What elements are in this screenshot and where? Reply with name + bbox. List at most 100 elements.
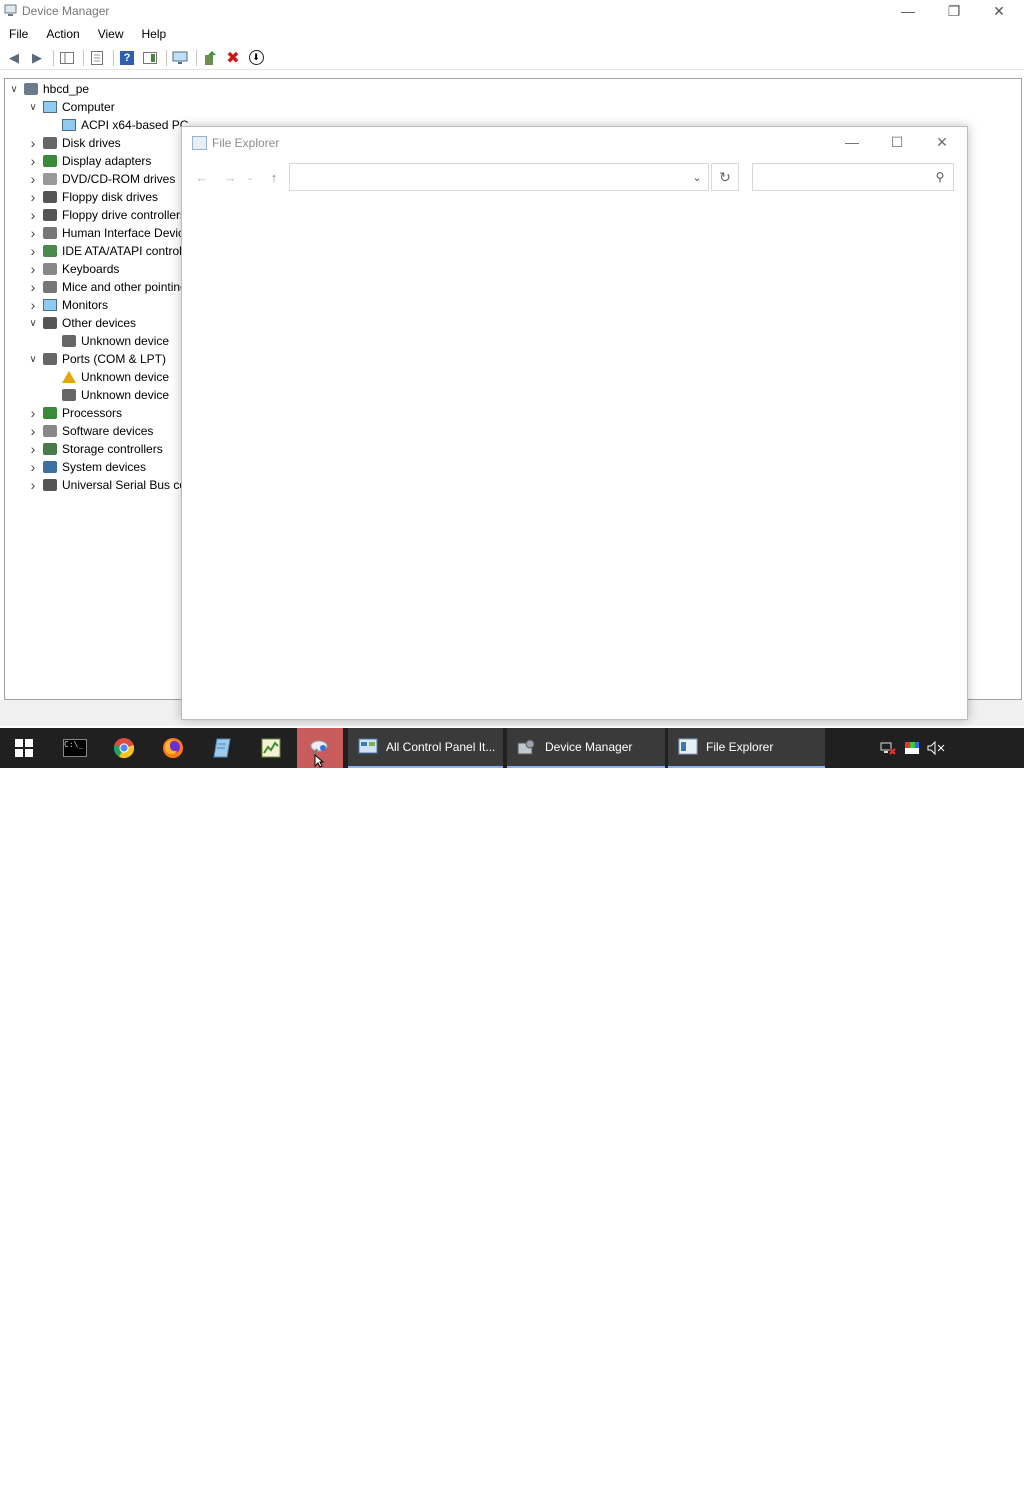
system-device-icon <box>43 461 57 473</box>
tree-node[interactable]: › Human Interface Devices <box>27 224 197 242</box>
computer-monitor-button[interactable] <box>170 48 190 68</box>
chevron-down-icon: ⌄ <box>692 171 702 184</box>
taskbar-window-control-panel[interactable]: All Control Panel It... <box>348 728 503 768</box>
chevron-right-icon[interactable]: › <box>27 243 39 259</box>
action-pane-button[interactable] <box>140 48 160 68</box>
chevron-right-icon[interactable]: › <box>27 279 39 295</box>
forward-button[interactable]: ▶ <box>27 48 47 68</box>
search-input[interactable] <box>752 163 954 191</box>
minimize-button[interactable]: — <box>885 0 931 22</box>
tree-node[interactable]: › Processors <box>27 404 122 422</box>
tree-node[interactable]: › IDE ATA/ATAPI controllers <box>27 242 202 260</box>
tree-node[interactable]: › System devices <box>27 458 146 476</box>
tree-node[interactable]: › DVD/CD-ROM drives <box>27 170 176 188</box>
tray-volume-button[interactable] <box>927 728 945 768</box>
tree-node[interactable]: › Software devices <box>27 422 154 440</box>
taskbar-window-label: File Explorer <box>706 740 774 754</box>
taskbar-command-prompt[interactable]: C:\_ <box>52 728 98 768</box>
help-button[interactable]: ? <box>117 48 137 68</box>
tree-node[interactable]: › Floppy disk drives <box>27 188 158 206</box>
chevron-right-icon[interactable]: › <box>27 423 39 439</box>
update-driver-button[interactable] <box>200 48 220 68</box>
fe-maximize-button[interactable]: ☐ <box>875 129 919 155</box>
taskbar-notes-app[interactable] <box>199 728 245 768</box>
tree-node-label: Keyboards <box>62 262 120 276</box>
tree-node[interactable]: › Disk drives <box>27 134 121 152</box>
tray-network-button[interactable] <box>879 728 897 768</box>
chevron-right-icon[interactable]: › <box>27 153 39 169</box>
chevron-down-icon[interactable]: ∨ <box>8 84 20 95</box>
port-device-icon <box>62 389 76 401</box>
menu-file[interactable]: File <box>0 24 37 44</box>
windows-logo-icon <box>15 739 33 757</box>
tree-node[interactable]: › Floppy drive controllers <box>27 206 186 224</box>
address-bar[interactable] <box>289 163 709 191</box>
tree-node[interactable]: › Storage controllers <box>27 440 163 458</box>
refresh-button[interactable]: ↻ <box>711 163 739 191</box>
taskbar-task-manager[interactable] <box>248 728 294 768</box>
tree-node[interactable]: Unknown device <box>46 386 169 404</box>
menu-view[interactable]: View <box>89 24 133 44</box>
chevron-down-icon[interactable]: ∨ <box>27 318 39 329</box>
device-manager-titlebar[interactable] <box>0 0 1024 22</box>
tree-node[interactable]: ∨ hbcd_pe <box>8 80 89 98</box>
chevron-right-icon[interactable]: › <box>27 225 39 241</box>
restore-button[interactable]: ❐ <box>931 0 977 22</box>
chevron-right-icon[interactable]: › <box>27 405 39 421</box>
chevron-right-icon[interactable]: › <box>27 171 39 187</box>
close-button[interactable]: ✕ <box>976 0 1022 22</box>
tree-node[interactable]: Unknown device <box>46 368 169 386</box>
taskbar-chrome[interactable] <box>101 728 147 768</box>
fe-minimize-button[interactable]: — <box>830 129 874 155</box>
taskbar-window-file-explorer[interactable]: File Explorer <box>668 728 825 768</box>
chevron-down-icon[interactable]: ∨ <box>27 102 39 113</box>
tree-node[interactable]: › Keyboards <box>27 260 120 278</box>
usb-icon <box>43 479 57 491</box>
start-button[interactable] <box>0 728 48 768</box>
chevron-right-icon[interactable]: › <box>27 207 39 223</box>
tree-node-label: Display adapters <box>62 154 152 168</box>
menu-help[interactable]: Help <box>133 24 176 44</box>
chevron-right-icon[interactable]: › <box>27 477 39 493</box>
chevron-right-icon[interactable]: › <box>27 135 39 151</box>
processor-icon <box>43 407 57 419</box>
chevron-right-icon[interactable]: › <box>27 459 39 475</box>
tree-node[interactable]: ∨ Ports (COM & LPT) <box>27 350 166 368</box>
tree-node[interactable]: ACPI x64-based PC <box>46 116 188 134</box>
toolbar-separator <box>83 49 84 66</box>
fe-back-button[interactable]: ← <box>192 167 212 187</box>
taskbar-window-device-manager[interactable]: Device Manager <box>507 728 665 768</box>
address-dropdown-button[interactable]: ⌄ <box>685 163 709 191</box>
menu-action[interactable]: Action <box>37 24 88 44</box>
tree-node[interactable]: › Display adapters <box>27 152 152 170</box>
uninstall-device-button[interactable]: ✖ <box>223 48 243 68</box>
fe-forward-button[interactable]: → <box>220 167 240 187</box>
taskbar-firefox[interactable] <box>150 728 196 768</box>
tree-node-label: Monitors <box>62 298 109 312</box>
fe-recent-locations-button[interactable]: ⌄ <box>244 167 256 187</box>
tree-node[interactable]: › Monitors <box>27 296 108 314</box>
tree-node[interactable]: ∨ Computer <box>27 98 114 116</box>
chevron-down-icon[interactable]: ∨ <box>27 354 39 365</box>
properties-button[interactable] <box>87 48 107 68</box>
fe-up-button[interactable]: ↑ <box>264 167 284 187</box>
fe-close-button[interactable]: ✕ <box>920 129 964 155</box>
computer-monitor-icon <box>172 51 188 64</box>
tree-node[interactable]: Unknown device <box>46 332 169 350</box>
tree-node[interactable]: ∨ Other devices <box>27 314 136 332</box>
clock-date[interactable]: 6/16/2022 <box>948 1478 1014 1492</box>
search-icon[interactable]: ⚲ <box>932 169 948 185</box>
clock-time[interactable]: 9:28 AM <box>952 1460 1012 1474</box>
show-hide-console-tree-button[interactable] <box>57 48 77 68</box>
device-manager-icon <box>517 739 535 755</box>
chevron-right-icon[interactable]: › <box>27 189 39 205</box>
chevron-right-icon[interactable]: › <box>27 261 39 277</box>
back-button[interactable]: ◀ <box>4 48 24 68</box>
scan-hardware-button[interactable]: ⬇ <box>246 48 266 68</box>
tree-node-label: DVD/CD-ROM drives <box>62 172 176 186</box>
tree-node-label: Floppy disk drives <box>62 190 159 204</box>
keyboard-icon <box>43 263 57 275</box>
chevron-right-icon[interactable]: › <box>27 441 39 457</box>
tray-display-button[interactable] <box>903 728 921 768</box>
chevron-right-icon[interactable]: › <box>27 297 39 313</box>
